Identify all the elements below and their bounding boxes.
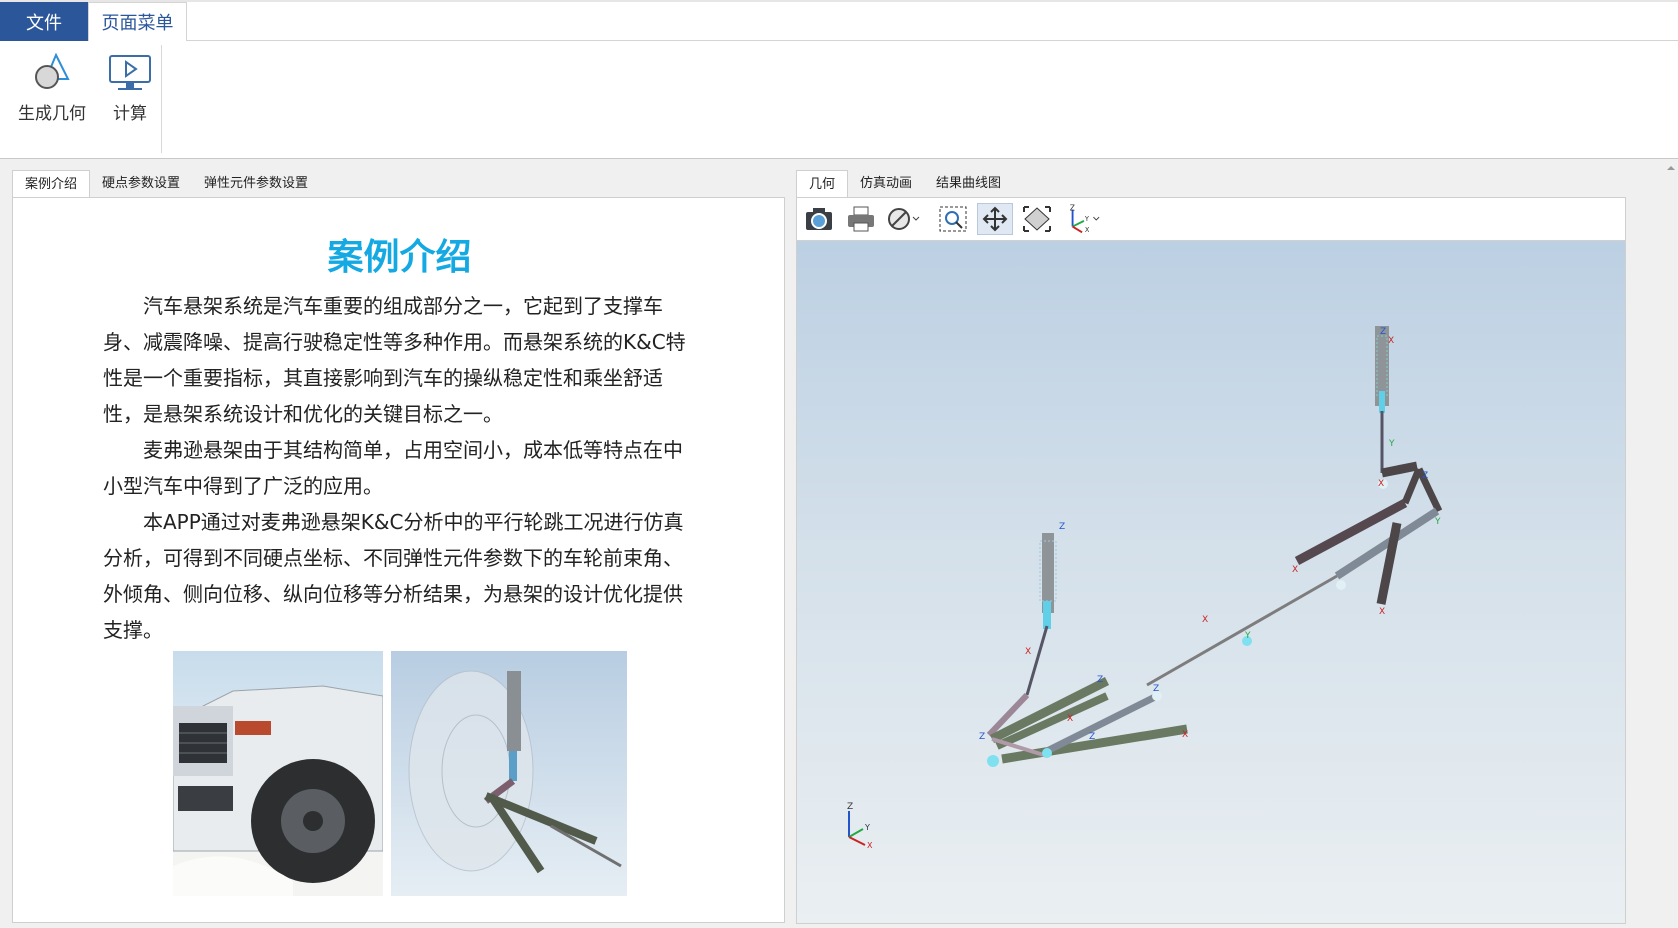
- ribbon-body: 生成几何 计算: [0, 41, 1678, 159]
- tab-case-intro[interactable]: 案例介绍: [12, 170, 91, 198]
- intro-paragraph: 本APP通过对麦弗逊悬架K&C分析中的平行轮跳工况进行仿真分析，可得到不同硬点坐…: [103, 510, 684, 642]
- pan-icon: [982, 206, 1008, 232]
- compute-button[interactable]: 计算: [108, 53, 152, 124]
- fit-view-button[interactable]: [1019, 203, 1055, 235]
- svg-text:Z: Z: [1089, 732, 1095, 742]
- svg-text:Z: Z: [1380, 327, 1386, 337]
- svg-text:X: X: [1388, 336, 1394, 346]
- svg-text:Z: Z: [1097, 675, 1103, 685]
- axes-orientation-button[interactable]: Z YX: [1065, 203, 1101, 235]
- svg-text:X: X: [1067, 714, 1073, 724]
- svg-text:Z: Z: [1070, 203, 1075, 212]
- generate-geometry-label: 生成几何: [18, 104, 86, 124]
- svg-text:X: X: [1202, 615, 1208, 625]
- intro-paragraph: 麦弗逊悬架由于其结构简单，占用空间小，成本低等特点在中小型汽车中得到了广泛的应用…: [103, 438, 683, 498]
- tab-simulation-animation[interactable]: 仿真动画: [848, 170, 924, 197]
- right-panel: 几何 仿真动画 结果曲线图 ZYX Z X Y X Z Y X X X Y Z …: [796, 170, 1628, 924]
- suspension-render: [391, 651, 627, 896]
- right-panel-tabs: 几何 仿真动画 结果曲线图: [796, 170, 1013, 198]
- axis-triad: Z Y X: [847, 802, 873, 850]
- intro-paragraph: 汽车悬架系统是汽车重要的组成部分之一，它起到了支撑车身、减震降噪、提高行驶稳定性…: [103, 294, 686, 426]
- tab-file[interactable]: 文件: [0, 2, 88, 41]
- ribbon-group-separator: [161, 45, 162, 153]
- zoom-box-button[interactable]: [935, 203, 971, 235]
- axes-orientation-icon: Z YX: [1070, 203, 1100, 234]
- tab-hardpoint-params[interactable]: 硬点参数设置: [90, 170, 192, 197]
- svg-text:Y: Y: [1084, 215, 1090, 223]
- screenshot-button[interactable]: [801, 203, 837, 235]
- svg-text:Y: Y: [1244, 631, 1251, 641]
- hide-button[interactable]: [885, 203, 921, 235]
- pan-button[interactable]: [977, 203, 1013, 235]
- intro-title: 案例介绍: [327, 237, 472, 278]
- svg-text:X: X: [1182, 730, 1188, 740]
- axis-z-label: Z: [847, 802, 853, 812]
- tab-result-curves[interactable]: 结果曲线图: [924, 170, 1013, 197]
- svg-text:X: X: [1292, 565, 1298, 575]
- vehicle-photo: [173, 651, 383, 896]
- geometry-view: ZYX Z X Y X Z Y X X X Y Z X Z Z X Z Z X …: [796, 197, 1626, 924]
- svg-text:X: X: [1378, 479, 1384, 489]
- viewer-toolbar: Z YX: [797, 198, 1625, 241]
- scroll-up-icon: [1667, 166, 1675, 170]
- case-intro-content: 案例介绍 汽车悬架系统是汽车重要的组成部分之一，它起到了支撑车身、减震降噪、提高…: [12, 197, 785, 923]
- 3d-viewport[interactable]: ZX YX ZY XX XY ZX ZZ XZ ZX Z Y X: [797, 241, 1625, 923]
- svg-text:X: X: [1085, 226, 1090, 234]
- intro-text: 汽车悬架系统是汽车重要的组成部分之一，它起到了支撑车身、减震降噪、提高行驶稳定性…: [103, 288, 693, 648]
- tab-page-menu[interactable]: 页面菜单: [88, 2, 187, 42]
- svg-text:Y: Y: [1434, 517, 1441, 527]
- compute-monitor-icon: [109, 55, 151, 90]
- svg-text:Z: Z: [979, 732, 985, 742]
- axis-y-label: Y: [864, 823, 870, 832]
- compute-label: 计算: [113, 104, 147, 124]
- suspension-model: ZX YX ZY XX XY ZX ZZ XZ ZX Z Y X: [847, 326, 1443, 850]
- geometry-shapes-icon: [35, 53, 70, 89]
- svg-text:Z: Z: [1059, 522, 1065, 532]
- print-icon: [848, 206, 874, 232]
- zoom-box-icon: [939, 206, 967, 232]
- left-panel: 案例介绍 硬点参数设置 弹性元件参数设置 案例介绍 汽车悬架系统是汽车重要的组成…: [12, 170, 786, 924]
- svg-text:Z: Z: [1153, 684, 1159, 694]
- vertical-scrollbar[interactable]: [1664, 160, 1678, 928]
- svg-text:X: X: [1379, 607, 1385, 617]
- axis-x-label: X: [867, 841, 873, 850]
- hide-icon: [888, 208, 920, 230]
- svg-text:Z: Z: [1422, 471, 1428, 481]
- svg-text:X: X: [1025, 647, 1031, 657]
- ribbon-tab-bar: 文件 页面菜单: [0, 0, 1678, 42]
- tab-geometry[interactable]: 几何: [796, 170, 849, 198]
- svg-text:Y: Y: [1388, 439, 1395, 449]
- fit-view-icon: [1023, 206, 1051, 232]
- left-panel-tabs: 案例介绍 硬点参数设置 弹性元件参数设置: [12, 170, 320, 198]
- tab-elastic-params[interactable]: 弹性元件参数设置: [192, 170, 320, 197]
- camera-icon: [806, 208, 832, 230]
- print-button[interactable]: [843, 203, 879, 235]
- generate-geometry-button[interactable]: 生成几何: [18, 53, 86, 124]
